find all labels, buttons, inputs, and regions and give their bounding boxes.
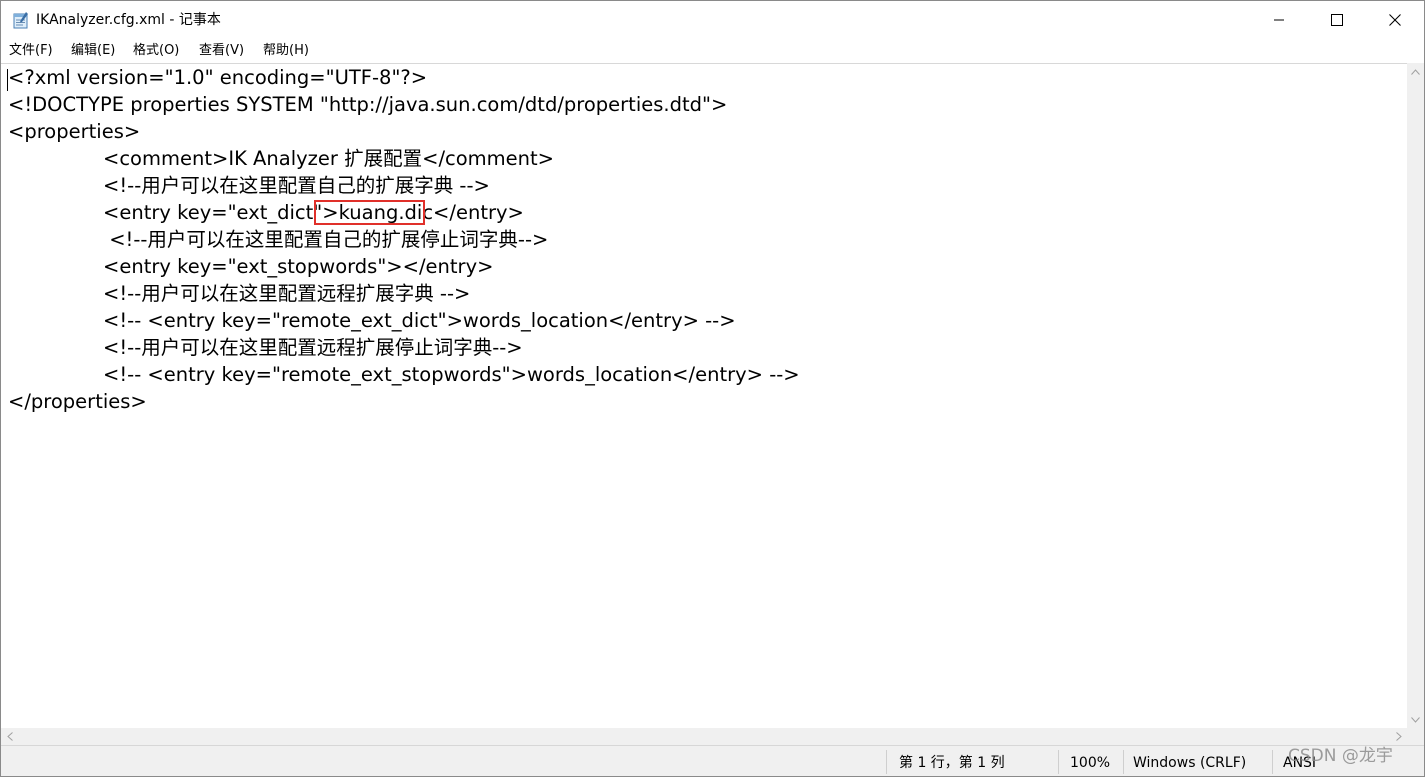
scrollbar-corner bbox=[1407, 728, 1424, 745]
editor-line: <entry key="ext_stopwords"></entry> bbox=[103, 255, 494, 278]
editor-line: <!-- <entry key="remote_ext_stopwords">w… bbox=[103, 363, 800, 386]
menu-format[interactable]: 格式(O) bbox=[133, 42, 179, 60]
window-title: IKAnalyzer.cfg.xml - 记事本 bbox=[36, 12, 221, 28]
maximize-button[interactable] bbox=[1308, 1, 1366, 39]
editor-line: <!--用户可以在这里配置自己的扩展字典 --> bbox=[103, 174, 490, 197]
editor-line: <?xml version="1.0" encoding="UTF-8"?> bbox=[8, 66, 428, 89]
status-separator bbox=[1058, 750, 1059, 774]
scroll-up-icon[interactable] bbox=[1407, 63, 1424, 80]
status-separator bbox=[1272, 750, 1273, 774]
editor-line: <!DOCTYPE properties SYSTEM "http://java… bbox=[8, 93, 728, 116]
vertical-scrollbar[interactable] bbox=[1407, 63, 1424, 728]
notepad-window: IKAnalyzer.cfg.xml - 记事本 文件(F) 编辑(E) 格式(… bbox=[0, 0, 1425, 777]
text-editor[interactable]: <?xml version="1.0" encoding="UTF-8"?> <… bbox=[1, 63, 1407, 729]
editor-line: </properties> bbox=[8, 390, 147, 413]
editor-line: <!--用户可以在这里配置自己的扩展停止词字典--> bbox=[103, 228, 549, 251]
horizontal-scrollbar[interactable] bbox=[1, 728, 1407, 745]
status-separator bbox=[1123, 750, 1124, 774]
highlight-box-kuang-dic bbox=[314, 200, 425, 225]
menu-bar: 文件(F) 编辑(E) 格式(O) 查看(V) 帮助(H) bbox=[1, 39, 1424, 63]
status-separator bbox=[886, 750, 887, 774]
status-bar: 第 1 行，第 1 列 100% Windows (CRLF) ANSI bbox=[1, 745, 1424, 776]
menu-file[interactable]: 文件(F) bbox=[9, 42, 53, 60]
menu-edit[interactable]: 编辑(E) bbox=[71, 42, 115, 60]
minimize-button[interactable] bbox=[1250, 1, 1308, 39]
title-bar[interactable]: IKAnalyzer.cfg.xml - 记事本 bbox=[1, 1, 1424, 39]
zoom-level: 100% bbox=[1070, 755, 1111, 771]
editor-line: <!--用户可以在这里配置远程扩展字典 --> bbox=[103, 282, 471, 305]
maximize-icon bbox=[1331, 14, 1343, 26]
line-ending: Windows (CRLF) bbox=[1133, 755, 1247, 771]
close-icon bbox=[1389, 14, 1401, 26]
editor-line: <properties> bbox=[8, 120, 141, 143]
scroll-down-icon[interactable] bbox=[1407, 711, 1424, 728]
editor-line: <!--用户可以在这里配置远程扩展停止词字典--> bbox=[103, 336, 523, 359]
menu-help[interactable]: 帮助(H) bbox=[263, 42, 309, 60]
editor-line: <comment>IK Analyzer 扩展配置</comment> bbox=[103, 147, 555, 170]
minimize-icon bbox=[1273, 14, 1285, 26]
csdn-watermark: CSDN @龙宇 bbox=[1288, 746, 1393, 766]
notepad-icon bbox=[13, 12, 29, 29]
editor-line: <!-- <entry key="remote_ext_dict">words_… bbox=[103, 309, 736, 332]
close-button[interactable] bbox=[1366, 1, 1424, 39]
menu-view[interactable]: 查看(V) bbox=[199, 42, 244, 60]
scroll-left-icon[interactable] bbox=[1, 728, 18, 745]
cursor-position: 第 1 行，第 1 列 bbox=[899, 755, 1005, 771]
scroll-right-icon[interactable] bbox=[1390, 728, 1407, 745]
